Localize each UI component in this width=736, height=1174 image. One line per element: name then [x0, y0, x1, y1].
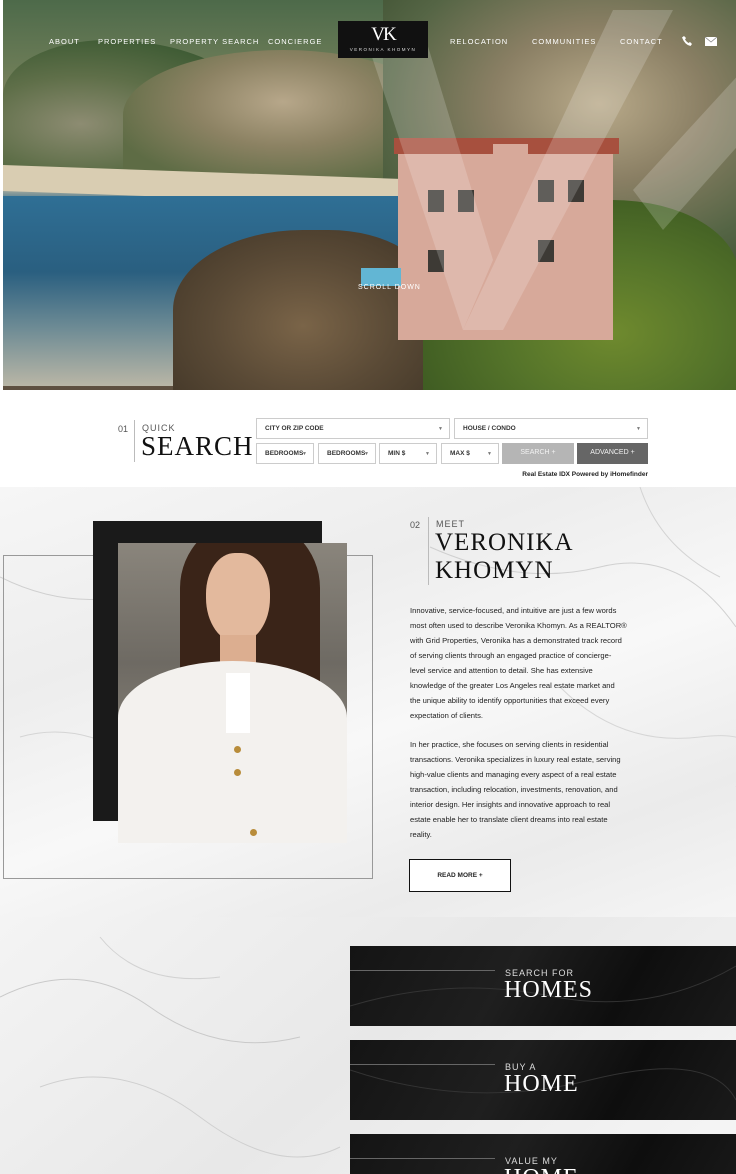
nav-property-search[interactable]: Property Search: [170, 37, 259, 46]
bio-line: most often used to describe Veronika Kho…: [410, 621, 627, 630]
nav-relocation[interactable]: Relocation: [450, 37, 508, 46]
agent-name-line2: Khomyn: [435, 557, 554, 584]
chevron-down-icon: ▼: [487, 451, 492, 457]
bio-line: Innovative, service-focused, and intuiti…: [410, 606, 617, 615]
chevron-down-icon: ▼: [636, 426, 641, 432]
bio-line: reality.: [410, 830, 432, 839]
meet-number: 02: [410, 520, 421, 530]
bio-line: expectation of clients.: [410, 711, 484, 720]
meet-divider: [428, 517, 429, 585]
mail-icon[interactable]: [705, 37, 717, 46]
quick-search-divider: [134, 420, 135, 462]
scroll-down-label[interactable]: SCROLL DOWN: [358, 284, 421, 291]
bio-line: transaction, including relocation, inves…: [410, 785, 618, 794]
bio-line: interior design. Her insights and innova…: [410, 800, 611, 809]
bedrooms-max-value: BEDROOMS: [327, 450, 366, 457]
cta-rule: [350, 1064, 495, 1065]
cta-rule: [350, 970, 495, 971]
nav-properties[interactable]: Properties: [98, 37, 156, 46]
nav-about[interactable]: About: [49, 37, 80, 46]
min-price-value: MIN $: [388, 450, 406, 457]
agent-portrait: [118, 543, 347, 843]
chevron-down-icon: ▼: [302, 451, 307, 457]
bio-line: estate enable her to translate client dr…: [410, 815, 608, 824]
advanced-search-button[interactable]: ADVANCED +: [577, 443, 648, 464]
bio-line: In her practice, she focuses on serving …: [410, 740, 609, 749]
chevron-down-icon: ▼: [425, 451, 430, 457]
property-type-select[interactable]: HOUSE / CONDO ▼: [454, 418, 648, 439]
bio-line: knowledge of the greater Los Angeles rea…: [410, 681, 615, 690]
cta-title: Home: [504, 1165, 579, 1174]
property-type-value: HOUSE / CONDO: [463, 425, 516, 432]
logo-monogram: VK: [371, 24, 396, 45]
cta-title: Home: [504, 1071, 579, 1097]
chevron-down-icon: ▼: [438, 426, 443, 432]
nav-concierge[interactable]: Concierge: [268, 37, 322, 46]
chevron-down-icon: ▼: [364, 451, 369, 457]
bio-paragraph-2: In her practice, she focuses on serving …: [410, 737, 645, 842]
city-zip-input[interactable]: CITY OR ZIP CODE ▼: [256, 418, 450, 439]
cta-title: Homes: [504, 977, 594, 1003]
min-price-select[interactable]: MIN $ ▼: [379, 443, 437, 464]
logo-name: Veronika Khomyn: [349, 47, 417, 52]
bio-line: the unique ability to identify opportuni…: [410, 696, 610, 705]
main-nav: About Properties Property Search Concier…: [0, 0, 736, 80]
phone-icon[interactable]: [682, 36, 692, 46]
cta-value-home[interactable]: Value my Home: [350, 1134, 736, 1174]
bio-line: with Grid Properties, Veronika has a dem…: [410, 636, 622, 645]
meet-eyebrow: Meet: [436, 519, 466, 529]
bio-paragraph-1: Innovative, service-focused, and intuiti…: [410, 603, 645, 723]
agent-name: Veronika Khomyn: [435, 529, 574, 585]
nav-contact[interactable]: Contact: [620, 37, 663, 46]
site-logo[interactable]: VK Veronika Khomyn: [338, 21, 428, 58]
nav-communities[interactable]: Communities: [532, 37, 596, 46]
bio-line: level service and attention to detail. S…: [410, 666, 593, 675]
cta-rule: [350, 1158, 495, 1159]
bedrooms-max-select[interactable]: BEDROOMS ▼: [318, 443, 376, 464]
cta-buy-home[interactable]: Buy a Home: [350, 1040, 736, 1120]
city-zip-placeholder: CITY OR ZIP CODE: [265, 425, 324, 432]
quick-search-title: Search: [141, 431, 254, 461]
cta-search-homes[interactable]: Search for Homes: [350, 946, 736, 1026]
agent-name-line1: Veronika: [435, 529, 574, 556]
max-price-value: MAX $: [450, 450, 470, 457]
quick-search-number: 01: [118, 424, 129, 434]
bio-line: high-value clients and managing every as…: [410, 770, 617, 779]
max-price-select[interactable]: MAX $ ▼: [441, 443, 499, 464]
read-more-button[interactable]: READ MORE +: [409, 859, 511, 892]
search-button[interactable]: SEARCH +: [502, 443, 574, 464]
bedrooms-min-select[interactable]: BEDROOMS ▼: [256, 443, 314, 464]
idx-powered-note[interactable]: Real Estate IDX Powered by iHomefinder: [430, 471, 648, 478]
bedrooms-min-value: BEDROOMS: [265, 450, 304, 457]
bio-line: of serving clients through an engaged pr…: [410, 651, 612, 660]
bio-line: transactions. Veronika specializes in lu…: [410, 755, 621, 764]
